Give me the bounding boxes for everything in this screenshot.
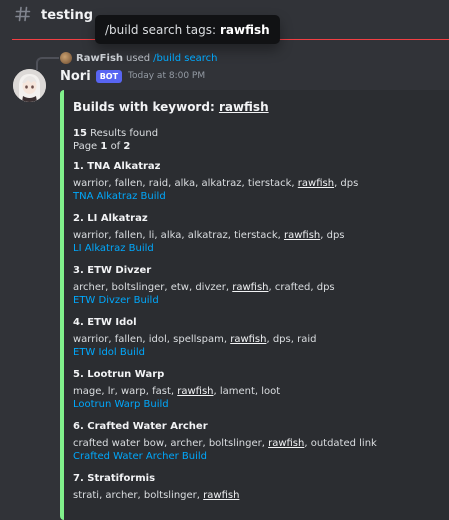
tooltip-command: /build search tags:: [105, 22, 217, 37]
embed-card: Builds with keyword: rawfish 15 Results …: [60, 90, 449, 520]
reply-avatar[interactable]: [60, 52, 72, 64]
build-tag-keyword: rawfish: [268, 438, 305, 449]
build-tag-keyword: rawfish: [283, 230, 321, 241]
page-total: 2: [123, 141, 131, 152]
build-link[interactable]: LI Alkatraz Build: [73, 242, 447, 255]
command-tooltip: /build search tags: rawfish: [95, 15, 280, 44]
build-tags: archer, boltslinger, etw, divzer, rawfis…: [73, 282, 335, 293]
embed-title-keyword: rawfish: [218, 100, 269, 114]
build-entry: 2. LI Alkatraz warrior, fallen, li, alka…: [73, 212, 447, 255]
build-name: 7. Stratiformis: [73, 473, 156, 484]
reply-reference[interactable]: RawFish used /build search: [60, 51, 217, 65]
build-tag-keyword: rawfish: [177, 386, 214, 397]
build-name: 5. Lootrun Warp: [73, 369, 165, 380]
reply-username[interactable]: RawFish: [76, 53, 123, 64]
build-tags: crafted water bow, archer, boltslinger, …: [73, 438, 377, 449]
build-tag-keyword: rawfish: [203, 490, 240, 501]
embed-title: Builds with keyword: rawfish: [73, 100, 447, 114]
build-entry: 1. TNA Alkatraz warrior, fallen, raid, a…: [73, 160, 447, 203]
build-tag-keyword: rawfish: [297, 178, 335, 189]
build-link[interactable]: TNA Alkatraz Build: [73, 190, 447, 203]
reply-command[interactable]: /build search: [153, 53, 217, 64]
page-current: 1: [100, 141, 108, 152]
build-entry: 3. ETW Divzer archer, boltslinger, etw, …: [73, 264, 447, 307]
author-name[interactable]: Nori: [60, 69, 91, 84]
bot-badge: BOT: [95, 69, 123, 83]
results-summary: 15 Results found: [73, 127, 447, 140]
build-link[interactable]: ETW Divzer Build: [73, 294, 447, 307]
reply-used-text: used: [126, 52, 151, 64]
hash-icon: [15, 5, 33, 25]
page-label: Page: [73, 141, 98, 152]
build-tag-keyword: rawfish: [230, 334, 267, 345]
build-name: 1. TNA Alkatraz: [73, 161, 161, 172]
build-name: 2. LI Alkatraz: [73, 213, 148, 224]
build-entry: 4. ETW Idol warrior, fallen, idol, spell…: [73, 316, 447, 359]
build-tags: warrior, fallen, li, alka, alkatraz, tie…: [73, 230, 345, 241]
build-tags: mage, lr, warp, fast, rawfish, lament, l…: [73, 386, 281, 397]
channel-name[interactable]: testing: [41, 8, 93, 23]
build-entry: 5. Lootrun Warp mage, lr, warp, fast, ra…: [73, 368, 447, 411]
results-count: 15: [73, 128, 87, 139]
reply-connector: [36, 57, 59, 70]
message-header: Nori BOT Today at 8:00 PM: [60, 67, 205, 85]
build-entry: 7. Stratiformis strati, archer, boltslin…: [73, 472, 447, 502]
build-tags: strati, archer, boltslinger, rawfish: [73, 490, 240, 501]
embed-title-prefix: Builds with keyword:: [73, 100, 215, 114]
build-link[interactable]: ETW Idol Build: [73, 346, 447, 359]
page-indicator: Page 1 of 2: [73, 140, 447, 153]
build-link[interactable]: Lootrun Warp Build: [73, 398, 447, 411]
tooltip-value: rawfish: [220, 22, 270, 37]
build-name: 3. ETW Divzer: [73, 265, 152, 276]
build-tags: warrior, fallen, idol, spellspam, rawfis…: [73, 334, 317, 345]
build-entry: 6. Crafted Water Archer crafted water bo…: [73, 420, 447, 463]
message-timestamp: Today at 8:00 PM: [128, 71, 206, 81]
avatar[interactable]: [13, 69, 46, 102]
build-tags: warrior, fallen, raid, alka, alkatraz, t…: [73, 178, 359, 189]
page-of: of: [110, 141, 121, 152]
build-name: 6. Crafted Water Archer: [73, 421, 208, 432]
build-name: 4. ETW Idol: [73, 317, 137, 328]
results-label: Results found: [90, 128, 159, 139]
build-link[interactable]: Crafted Water Archer Build: [73, 450, 447, 463]
build-tag-keyword: rawfish: [232, 282, 269, 293]
